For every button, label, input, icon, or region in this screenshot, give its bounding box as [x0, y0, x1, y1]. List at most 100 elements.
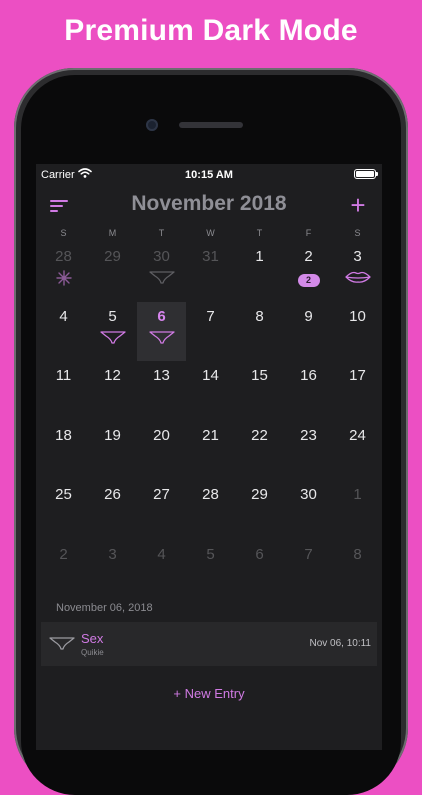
- day-number: 3: [108, 545, 117, 563]
- calendar-day[interactable]: 15: [235, 361, 284, 420]
- day-number: 31: [202, 248, 219, 265]
- day-number: 28: [55, 248, 72, 265]
- day-number: 29: [104, 248, 121, 265]
- weekday-label: T: [158, 228, 165, 238]
- entry-subtitle: Quikie: [81, 648, 104, 657]
- day-number: 5: [108, 307, 117, 325]
- panties-icon: [137, 270, 186, 290]
- calendar-day[interactable]: 11: [39, 361, 88, 420]
- month-title: November 2018: [131, 192, 287, 215]
- day-number: 11: [55, 367, 72, 384]
- day-number: 13: [153, 367, 170, 384]
- nav-bar: November 2018 +: [36, 186, 382, 226]
- day-number: 2: [304, 248, 313, 265]
- day-number: 19: [104, 426, 121, 444]
- calendar-day[interactable]: 31: [186, 242, 235, 301]
- day-number: 12: [104, 367, 121, 384]
- day-number: 2: [59, 545, 68, 563]
- calendar-day[interactable]: 3: [88, 540, 137, 599]
- day-number: 9: [304, 307, 313, 325]
- calendar-day[interactable]: 6: [235, 540, 284, 599]
- entry-title: Sex: [81, 631, 104, 646]
- day-number: 28: [202, 486, 219, 503]
- calendar-day[interactable]: 8: [333, 540, 382, 599]
- calendar-day[interactable]: 30: [137, 242, 186, 301]
- calendar-day[interactable]: 29: [235, 480, 284, 539]
- speaker-grille: [179, 122, 243, 128]
- calendar-day[interactable]: 4: [39, 302, 88, 361]
- panties-icon: [137, 330, 186, 350]
- calendar-day[interactable]: 23: [284, 421, 333, 480]
- calendar-day[interactable]: 1: [235, 242, 284, 301]
- day-number: 23: [300, 426, 317, 444]
- camera-icon: [146, 119, 158, 131]
- calendar-day[interactable]: 6: [137, 301, 186, 361]
- calendar-day[interactable]: 25: [39, 480, 88, 539]
- calendar-day[interactable]: 3: [333, 242, 382, 301]
- calendar-day[interactable]: 2: [39, 540, 88, 599]
- app-screen: Carrier 10:15 AM November 2018 + S M T W T F S…: [36, 164, 382, 750]
- calendar-day[interactable]: 29: [88, 242, 137, 301]
- day-number: 16: [300, 367, 317, 384]
- day-number: 22: [251, 426, 268, 444]
- day-number: 20: [153, 426, 170, 444]
- calendar-day[interactable]: 9: [284, 302, 333, 361]
- calendar-day[interactable]: 26: [88, 480, 137, 539]
- calendar-day[interactable]: 14: [186, 361, 235, 420]
- calendar-day[interactable]: 18: [39, 421, 88, 480]
- calendar-day[interactable]: 30: [284, 480, 333, 539]
- calendar-day[interactable]: 22: [235, 421, 284, 480]
- calendar-day[interactable]: 20: [137, 421, 186, 480]
- calendar-day[interactable]: 7: [284, 540, 333, 599]
- day-number: 8: [255, 307, 264, 325]
- period-flower-icon: [39, 270, 88, 290]
- entries-date-label: November 06, 2018: [56, 602, 153, 614]
- day-number: 7: [304, 545, 313, 563]
- day-number: 17: [349, 367, 366, 384]
- calendar-day[interactable]: 5: [88, 302, 137, 361]
- entry-row[interactable]: Sex Quikie Nov 06, 10:11: [41, 622, 377, 666]
- calendar-day[interactable]: 22: [284, 242, 333, 301]
- calendar-day[interactable]: 16: [284, 361, 333, 420]
- day-number: 21: [202, 426, 219, 444]
- calendar-day[interactable]: 19: [88, 421, 137, 480]
- calendar-day[interactable]: 12: [88, 361, 137, 420]
- panties-icon: [49, 637, 75, 650]
- day-number: 15: [251, 367, 268, 384]
- calendar-day[interactable]: 10: [333, 302, 382, 361]
- calendar-day[interactable]: 7: [186, 302, 235, 361]
- day-number: 30: [300, 486, 317, 503]
- battery-icon: [354, 169, 378, 179]
- day-number: 8: [353, 545, 362, 563]
- calendar-day[interactable]: 8: [235, 302, 284, 361]
- calendar-day[interactable]: 13: [137, 361, 186, 420]
- day-number: 26: [104, 486, 121, 503]
- day-number: 5: [206, 545, 215, 563]
- weekday-header: SMTWTFS: [39, 228, 382, 242]
- calendar-day[interactable]: 27: [137, 480, 186, 539]
- day-number: 27: [153, 486, 170, 503]
- badge-count: 2: [297, 274, 320, 287]
- calendar-day[interactable]: 1: [333, 480, 382, 539]
- status-time: 10:15 AM: [185, 169, 233, 181]
- day-number: 18: [55, 426, 72, 444]
- calendar-day[interactable]: 28: [39, 242, 88, 301]
- add-entry-button[interactable]: +: [346, 191, 370, 219]
- day-number: 4: [157, 545, 166, 563]
- weekday-label: S: [60, 228, 67, 238]
- calendar-day[interactable]: 17: [333, 361, 382, 420]
- calendar-day[interactable]: 28: [186, 480, 235, 539]
- headline: Premium Dark Mode: [64, 14, 358, 47]
- new-entry-button[interactable]: + New Entry: [36, 686, 382, 701]
- day-number: 29: [251, 486, 268, 503]
- calendar-day[interactable]: 24: [333, 421, 382, 480]
- weekday-label: W: [206, 228, 215, 238]
- day-number: 14: [202, 367, 219, 384]
- calendar-day[interactable]: 4: [137, 540, 186, 599]
- day-number: 1: [353, 486, 362, 503]
- day-number: 6: [255, 545, 264, 563]
- calendar-day[interactable]: 5: [186, 540, 235, 599]
- calendar-day[interactable]: 21: [186, 421, 235, 480]
- weekday-label: S: [354, 228, 361, 238]
- entry-time: Nov 06, 10:11: [309, 638, 371, 649]
